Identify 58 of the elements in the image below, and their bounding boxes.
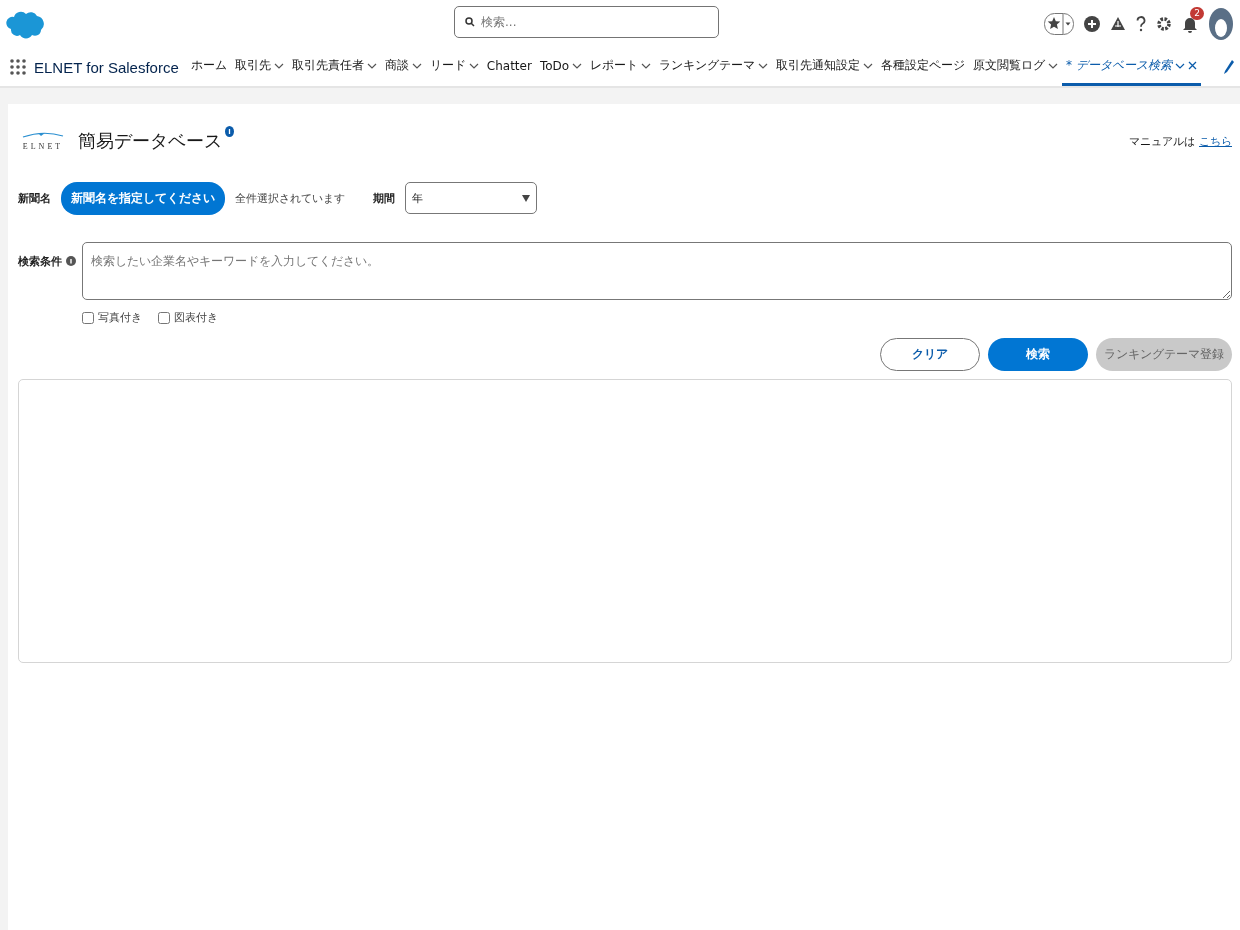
chevron-down-icon[interactable] [572,62,583,69]
chevron-down-icon[interactable] [468,62,479,69]
nav-tab[interactable]: ホーム [186,48,231,86]
nav-tab[interactable]: * データベース検索 [1062,48,1201,86]
page-title: 簡易データベース [78,129,222,153]
chevron-down-icon[interactable] [758,62,769,69]
newspaper-select-button[interactable]: 新聞名を指定してください [61,181,225,215]
nav-tab[interactable]: リード [425,48,483,86]
info-icon[interactable] [225,126,234,137]
app-name: ELNET for Salesforce [34,58,179,76]
search-icon [465,17,475,27]
notification-bell-icon[interactable] [1182,15,1198,33]
edit-icon[interactable] [1224,60,1234,74]
nav-tab[interactable]: 各種設定ページ [877,48,970,86]
action-button[interactable]: 検索 [988,338,1088,371]
dropdown-arrow-icon [522,194,530,202]
field-label: 期間 [373,190,395,206]
nav-tab[interactable]: 取引先責任者 [287,48,381,86]
add-icon[interactable] [1084,16,1100,32]
close-icon[interactable] [1187,61,1197,70]
search-field[interactable]: 検索... [454,6,719,38]
field-label: 新聞名 [18,190,51,206]
chevron-down-icon[interactable] [1174,62,1185,69]
nav-tab[interactable]: ランキングテーマ [655,48,773,86]
chevron-down-icon[interactable] [863,62,874,69]
favorites-button[interactable] [1044,13,1074,35]
nav-tab[interactable]: レポート [586,48,656,86]
chevron-down-icon[interactable] [411,62,422,69]
settings-icon[interactable] [1156,16,1172,32]
field-label: 検索条件 [18,254,62,269]
chevron-down-icon[interactable] [641,62,652,69]
period-select[interactable]: 年 [405,182,537,214]
logo-swoosh-icon [21,131,65,139]
nav-tab[interactable]: 取引先 [230,48,288,86]
checkbox[interactable] [82,311,94,324]
chevron-down-icon[interactable] [366,62,377,69]
logo-text: ELNET [22,142,64,151]
app-launcher-icon[interactable] [10,59,26,75]
nav-tab[interactable]: 商談 [380,48,426,86]
nav-tab[interactable]: ToDo [535,48,587,86]
manual-text: マニュアルは [1129,133,1195,149]
nav-tab[interactable]: 取引先通知設定 [772,48,878,86]
nav-tab[interactable]: 原文閲覧ログ [969,48,1063,86]
checkbox-label: 写真付き [98,310,142,325]
info-icon[interactable] [66,256,76,266]
chevron-down-icon[interactable] [273,62,284,69]
help-icon[interactable] [1136,16,1146,32]
checkbox[interactable] [158,311,170,324]
chevron-down-icon[interactable] [1048,62,1059,69]
manual-link[interactable]: こちら [1199,133,1232,149]
selection-status: 全件選択されています [235,190,346,206]
avatar[interactable] [1208,7,1234,41]
nav-tab[interactable]: Chatter [482,48,536,86]
cloud-logo[interactable] [6,9,46,39]
search-conditions-field[interactable]: 検索したい企業名やキーワードを入力してください。 [82,242,1232,300]
notification-count: 2 [1190,7,1204,20]
action-button[interactable]: クリア [880,338,980,371]
checkbox-label: 図表付き [174,310,218,325]
